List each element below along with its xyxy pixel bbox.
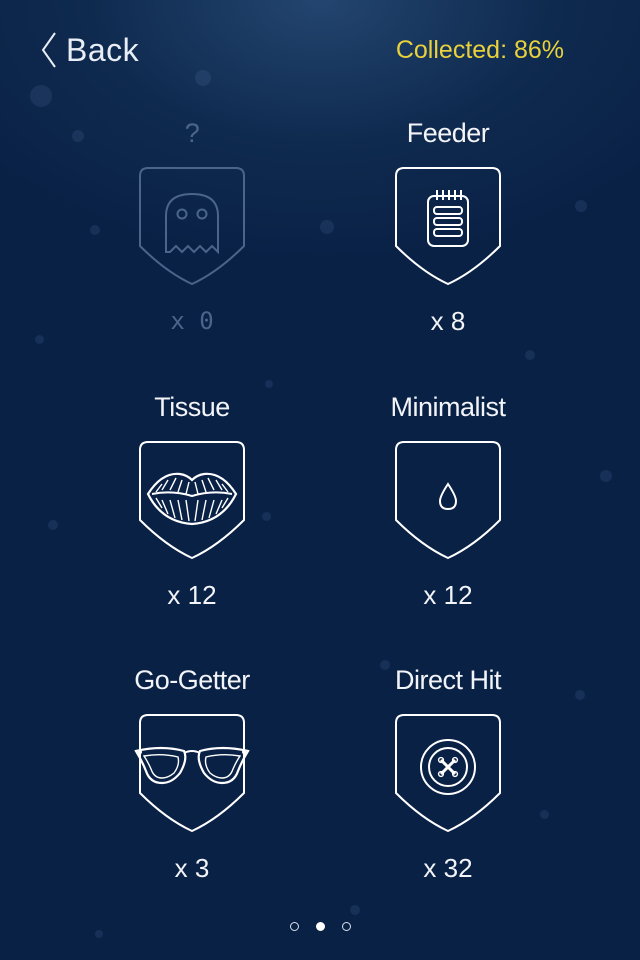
badge-tissue[interactable]: Tissue x 12 — [92, 390, 292, 612]
ghost-icon — [139, 167, 245, 286]
achievements-screen: { "header": { "back_label": "Back", "col… — [0, 0, 640, 960]
page-dot-active[interactable] — [315, 922, 325, 931]
badge-title: Direct Hit — [394, 665, 502, 695]
badge-title: Minimalist — [390, 392, 506, 422]
badge-feeder[interactable]: Feeder x 8 — [348, 116, 548, 338]
badge-title: ? — [184, 118, 200, 148]
badge-direct-hit[interactable]: Direct Hit x 32 — [348, 663, 548, 885]
badge-grid: ? x 0 Feeder x 8 Tissue x 12 Minimalist … — [0, 0, 640, 900]
droplet-icon — [395, 441, 501, 560]
badge-count: x 0 — [170, 307, 214, 335]
page-dot[interactable] — [341, 922, 351, 931]
lips-icon — [139, 441, 245, 560]
notepad-icon — [395, 167, 501, 286]
page-indicator — [0, 922, 640, 931]
page-dot[interactable] — [289, 922, 299, 931]
badge-count: x 12 — [167, 580, 217, 610]
badge-title: Feeder — [406, 118, 490, 148]
button-cross-icon — [395, 714, 501, 833]
bubble — [95, 930, 103, 938]
badge-minimalist[interactable]: Minimalist x 12 — [348, 390, 548, 612]
badge-locked[interactable]: ? x 0 — [92, 116, 292, 338]
badge-title: Tissue — [154, 392, 230, 422]
badge-go-getter[interactable]: Go-Getter x 3 — [92, 663, 292, 885]
badge-count: x 12 — [423, 580, 473, 610]
badge-count: x 32 — [423, 853, 473, 883]
badge-count: x 8 — [430, 306, 466, 336]
badge-count: x 3 — [174, 853, 210, 883]
badge-title: Go-Getter — [134, 665, 250, 695]
bubble — [350, 905, 360, 915]
cat-eye-glasses-icon — [134, 714, 250, 833]
